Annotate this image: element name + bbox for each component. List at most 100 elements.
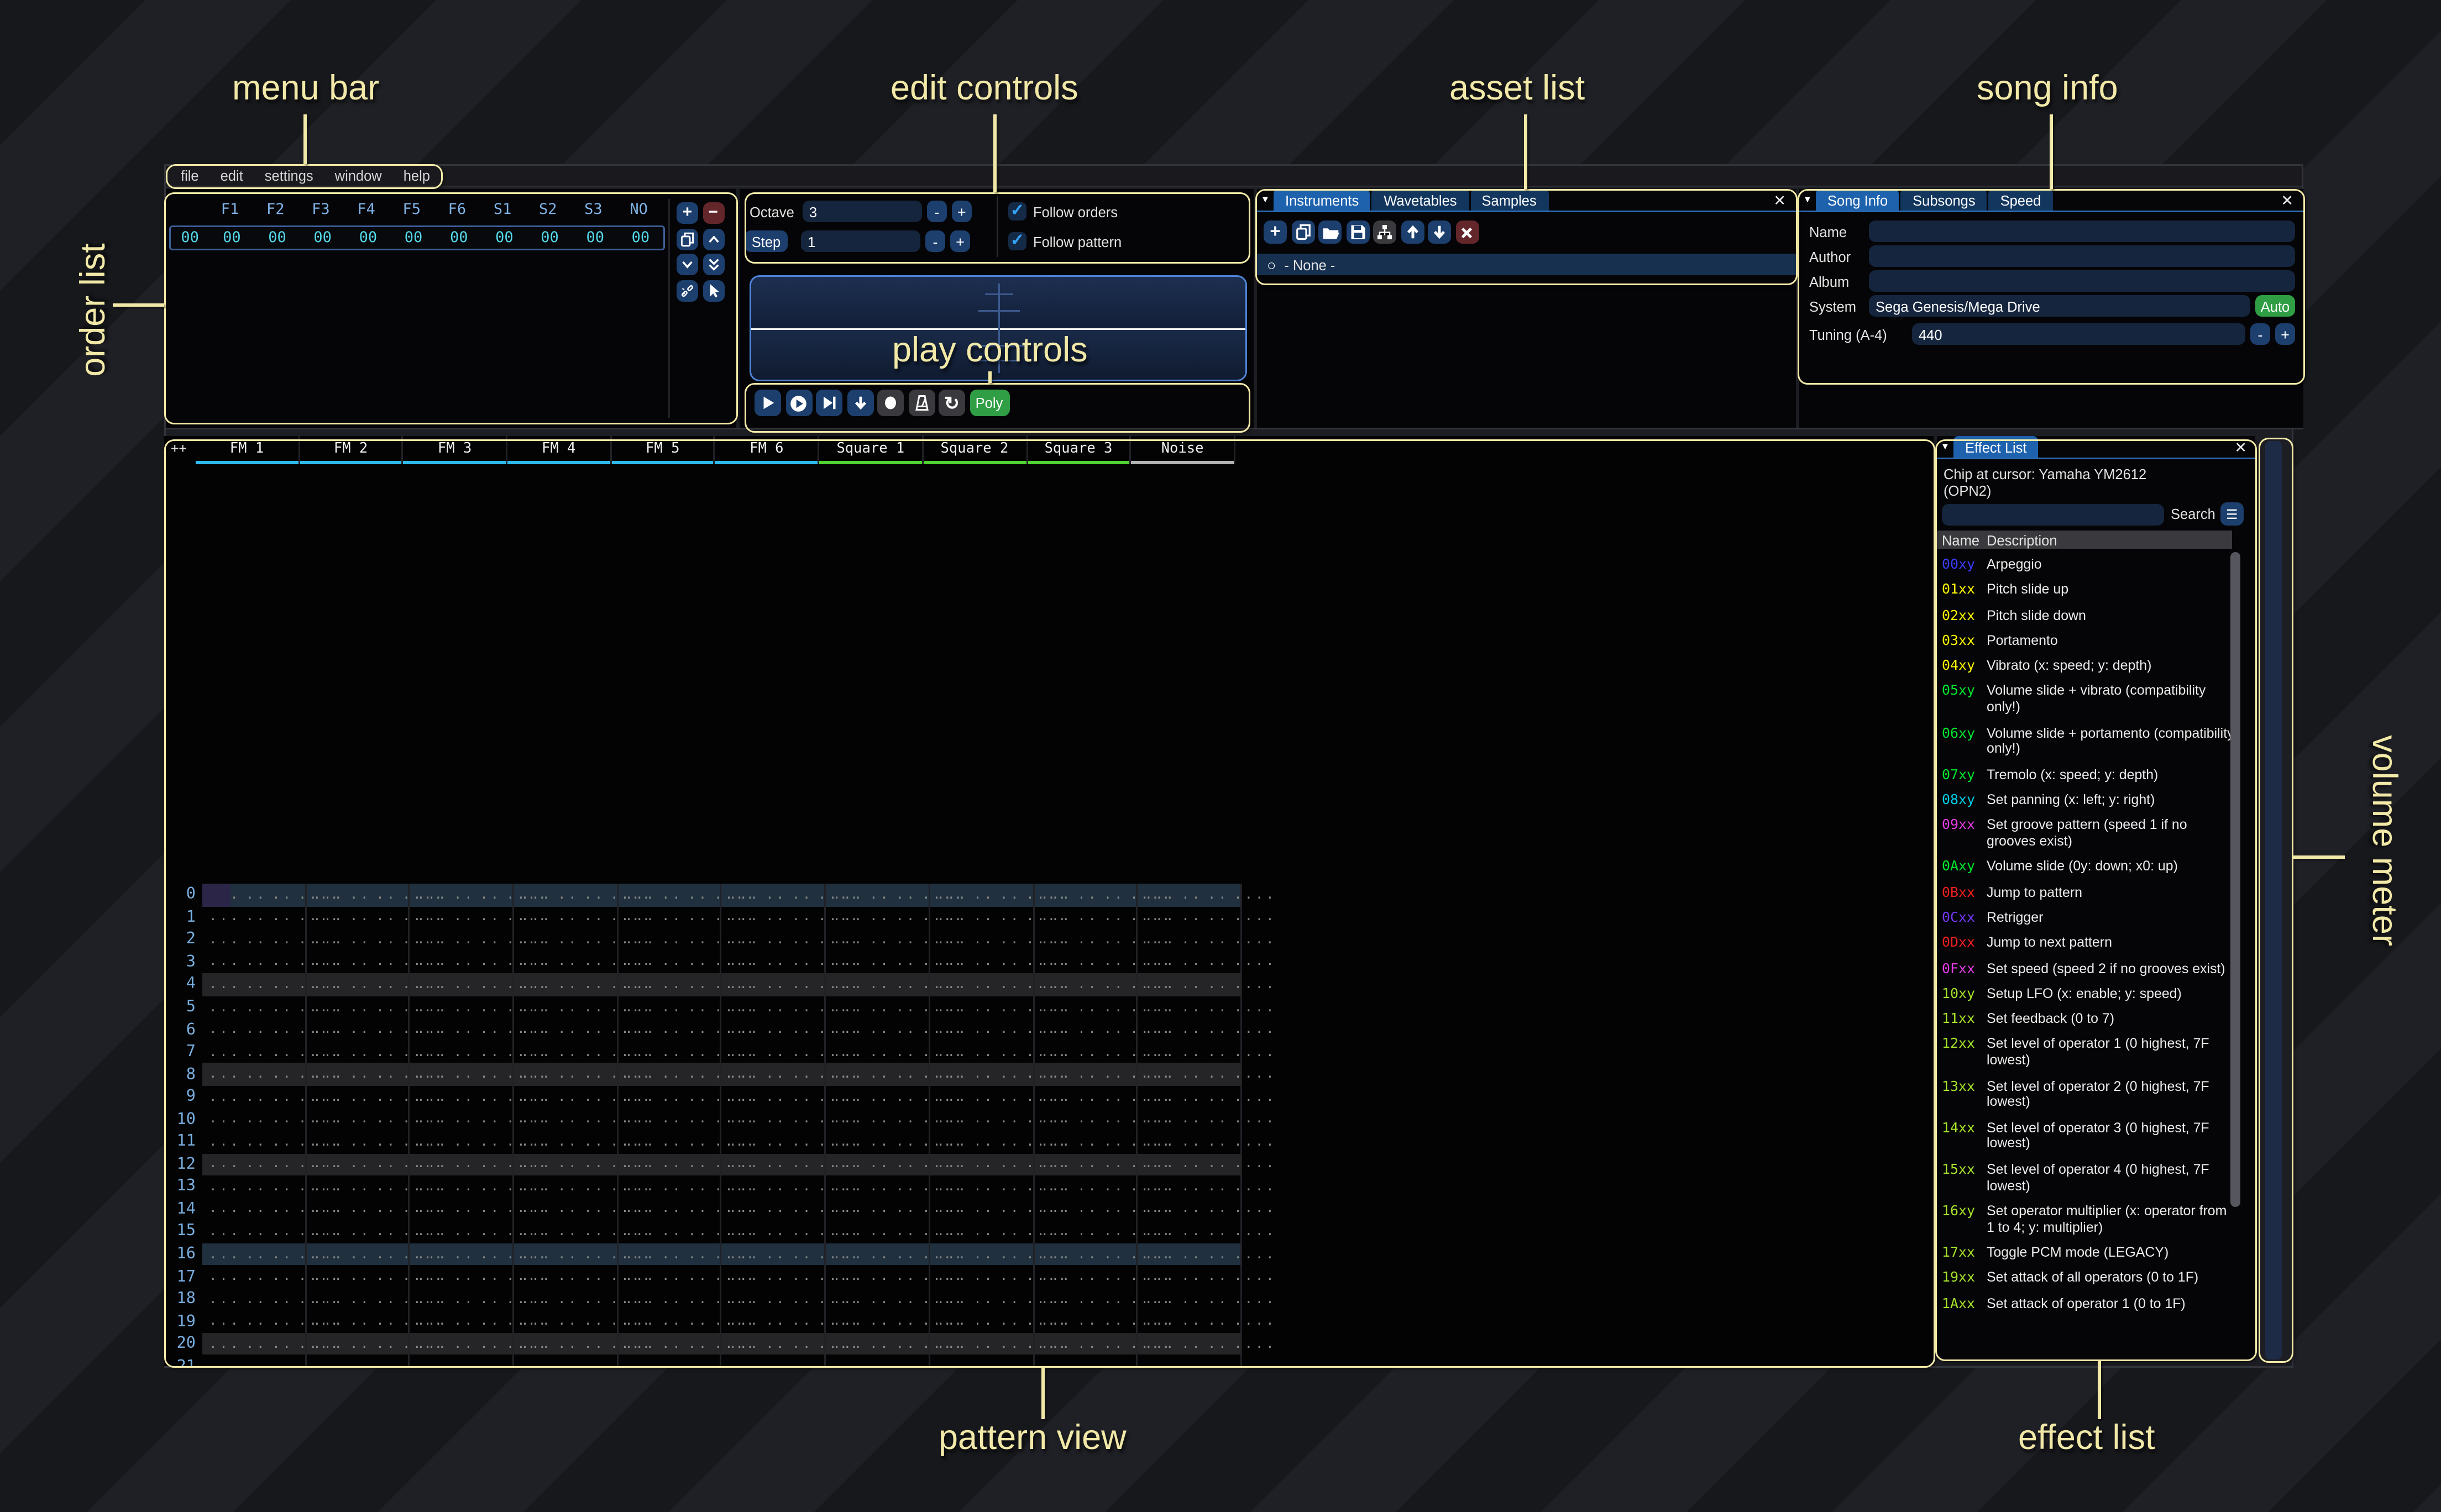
channel-header[interactable]: Square 1 xyxy=(819,436,923,464)
pattern-cell[interactable]: ........... xyxy=(306,996,410,1019)
pattern-cell[interactable]: ........... xyxy=(1138,1153,1242,1176)
pattern-cell[interactable]: ........... xyxy=(410,1153,514,1176)
repeat-pattern-button[interactable]: ↻ xyxy=(939,390,965,416)
pattern-cell[interactable]: ........... xyxy=(618,1153,722,1176)
pattern-cell[interactable]: ........... xyxy=(514,1288,618,1311)
pattern-cell[interactable]: ........... xyxy=(722,1086,826,1109)
pattern-cell[interactable]: ........... xyxy=(514,1108,618,1131)
pattern-cell[interactable]: ........... xyxy=(1034,1131,1138,1153)
pattern-cell[interactable]: ........... xyxy=(306,1288,410,1311)
pattern-cell[interactable]: ........... xyxy=(930,1041,1034,1063)
menu-item[interactable]: edit xyxy=(221,167,243,184)
pattern-cell[interactable]: ........... xyxy=(202,951,306,974)
order-duplicate-button[interactable] xyxy=(677,228,698,250)
effect-row[interactable]: 17xx Toggle PCM mode (LEGACY) xyxy=(1942,1245,2235,1261)
play-pattern-button[interactable] xyxy=(785,390,812,416)
pattern-cell[interactable]: ........... xyxy=(202,996,306,1019)
record-button[interactable] xyxy=(877,390,904,416)
pattern-cell[interactable]: ........... xyxy=(514,1310,618,1333)
pattern-cell[interactable]: ........... xyxy=(722,1221,826,1243)
pattern-row[interactable]: 5 ........... ........... ........... ..… xyxy=(164,996,1237,1019)
octave-plus-button[interactable]: + xyxy=(952,201,972,222)
pattern-cell[interactable]: ........... xyxy=(826,974,930,996)
pattern-cell[interactable]: ........... xyxy=(826,1266,930,1288)
effect-search-input[interactable] xyxy=(1942,503,2164,525)
pattern-cell[interactable]: ........... xyxy=(1034,1063,1138,1086)
pattern-cell[interactable]: ........... xyxy=(1138,1063,1242,1086)
tuning-input[interactable]: 440 xyxy=(1912,323,2245,345)
pattern-cell[interactable]: ........... xyxy=(306,1019,410,1041)
pattern-cell[interactable]: ........... xyxy=(410,951,514,974)
pattern-cell[interactable]: ........... xyxy=(1138,1310,1242,1333)
collapse-icon[interactable]: ▼ xyxy=(1799,189,1816,211)
order-duplicate-end-button[interactable] xyxy=(703,254,724,275)
pattern-cell[interactable]: ........... xyxy=(1138,884,1242,906)
order-cell[interactable]: 00 xyxy=(300,230,345,246)
pattern-cell[interactable]: ........... xyxy=(930,884,1034,906)
pattern-cell[interactable]: ........... xyxy=(410,996,514,1019)
order-edit-mode-button[interactable] xyxy=(703,280,724,301)
pattern-cell[interactable]: ........... xyxy=(514,928,618,951)
poly-toggle-button[interactable]: Poly xyxy=(970,390,1009,416)
effect-row[interactable]: 0Axy Volume slide (0y: down; x0: up) xyxy=(1942,859,2235,875)
pattern-row[interactable]: 13 ........... ........... ........... .… xyxy=(164,1175,1237,1198)
pattern-cell[interactable]: ........... xyxy=(306,1108,410,1131)
channel-header[interactable]: FM 4 xyxy=(507,436,611,464)
pattern-cell[interactable]: ........... xyxy=(202,1288,306,1311)
effect-row[interactable]: 03xx Portamento xyxy=(1942,633,2235,649)
channel-header[interactable]: FM 2 xyxy=(300,436,404,464)
pattern-cell[interactable]: ........... xyxy=(514,1131,618,1153)
pattern-cell[interactable]: ........... xyxy=(202,1063,306,1086)
pattern-cell[interactable]: ........... xyxy=(306,974,410,996)
pattern-cell[interactable]: ........... xyxy=(306,1355,410,1366)
asset-add-button[interactable]: + xyxy=(1264,221,1287,244)
order-cell[interactable]: 00 xyxy=(436,230,481,246)
pattern-cell[interactable]: ........... xyxy=(618,1288,722,1311)
pattern-cell[interactable]: ........... xyxy=(1034,1310,1138,1333)
pattern-cell[interactable]: ........... xyxy=(410,928,514,951)
pattern-cell[interactable]: ........... xyxy=(514,1041,618,1063)
pattern-cell[interactable]: ........... xyxy=(618,884,722,906)
pattern-cell[interactable]: ........... xyxy=(306,906,410,929)
pattern-cell[interactable]: ........... xyxy=(514,1243,618,1266)
pattern-cell[interactable]: ........... xyxy=(410,1086,514,1109)
pattern-corner[interactable]: ++ xyxy=(171,441,187,456)
order-move-down-button[interactable] xyxy=(677,254,698,275)
pattern-cell[interactable]: ........... xyxy=(1138,1288,1242,1311)
pattern-cell[interactable]: ........... xyxy=(1138,1175,1242,1198)
pattern-cell[interactable]: ........... xyxy=(514,1086,618,1109)
asset-duplicate-button[interactable] xyxy=(1291,221,1314,244)
pattern-cell[interactable]: ........... xyxy=(410,1355,514,1366)
pattern-cell[interactable]: ........... xyxy=(930,1221,1034,1243)
pattern-cell[interactable]: ........... xyxy=(930,1019,1034,1041)
song-info-tab[interactable]: Song Info xyxy=(1816,189,1899,211)
channel-header[interactable]: Square 2 xyxy=(923,436,1027,464)
pattern-cell[interactable]: ........... xyxy=(202,974,306,996)
song-field-input[interactable] xyxy=(1869,270,2295,292)
pattern-cell[interactable]: ........... xyxy=(930,1288,1034,1311)
pattern-cell[interactable]: ........... xyxy=(1034,1355,1138,1366)
pattern-row[interactable]: 11 ........... ........... ........... .… xyxy=(164,1131,1237,1153)
step-plus-button[interactable]: + xyxy=(950,230,970,252)
pattern-cell[interactable]: ........... xyxy=(1034,1266,1138,1288)
pattern-cell[interactable]: ........... xyxy=(514,1175,618,1198)
pattern-cell[interactable]: ........... xyxy=(930,1131,1034,1153)
pattern-cell[interactable]: ........... xyxy=(826,1355,930,1366)
pattern-cell[interactable]: ........... xyxy=(1138,1086,1242,1109)
pattern-cell[interactable]: ........... xyxy=(930,1086,1034,1109)
system-input[interactable]: Sega Genesis/Mega Drive xyxy=(1869,295,2250,317)
pattern-cell[interactable]: ........... xyxy=(930,974,1034,996)
effect-row[interactable]: 1Axx Set attack of operator 1 (0 to 1F) xyxy=(1942,1296,2235,1312)
pattern-cell[interactable]: ........... xyxy=(618,1041,722,1063)
pattern-cell[interactable]: ........... xyxy=(202,1243,306,1266)
pattern-cell[interactable]: ........... xyxy=(618,1019,722,1041)
pattern-cell[interactable]: ........... xyxy=(514,1333,618,1356)
pattern-cell[interactable]: ........... xyxy=(826,1063,930,1086)
pattern-cell[interactable]: ........... xyxy=(826,1198,930,1221)
effect-row[interactable]: 11xx Set feedback (0 to 7) xyxy=(1942,1011,2235,1027)
collapse-icon[interactable]: ▼ xyxy=(1257,189,1274,211)
pattern-cell[interactable]: ........... xyxy=(306,1153,410,1176)
pattern-cell[interactable]: ........... xyxy=(1034,1333,1138,1356)
pattern-cell[interactable]: ........... xyxy=(618,1063,722,1086)
pattern-cell[interactable]: ........... xyxy=(1034,1153,1138,1176)
